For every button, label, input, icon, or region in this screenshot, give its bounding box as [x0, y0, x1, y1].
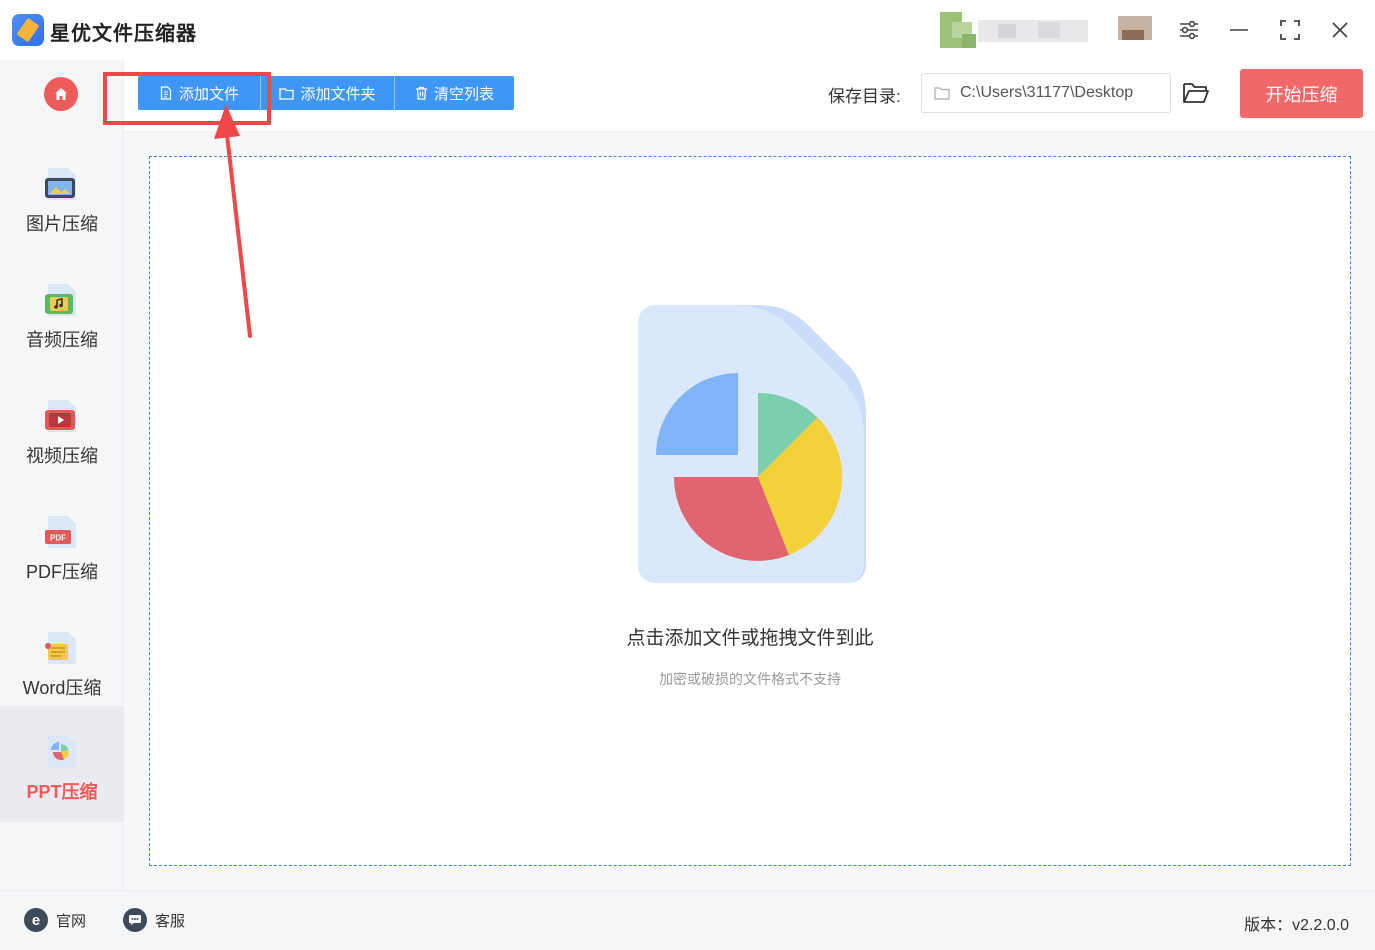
sidebar-item-label: 视频压缩 — [26, 446, 98, 466]
website-link[interactable]: e 官网 — [24, 908, 86, 932]
save-dir-label: 保存目录: — [828, 87, 901, 106]
user-avatar[interactable] — [938, 12, 1156, 50]
save-dir-value: C:\Users\31177\Desktop — [960, 84, 1134, 101]
main-area: 点击添加文件或拖拽文件到此 加密或破损的文件格式不支持 — [124, 132, 1375, 890]
browse-folder-icon[interactable] — [1182, 80, 1210, 108]
music-icon — [44, 282, 80, 318]
drop-zone-title: 点击添加文件或拖拽文件到此 — [626, 628, 874, 649]
ppt-icon — [44, 734, 80, 770]
pdf-icon: PDF — [44, 514, 80, 550]
browser-icon: e — [24, 908, 48, 932]
sidebar-item-pdf[interactable]: PDF PDF压缩 — [0, 486, 124, 602]
image-icon — [44, 166, 80, 202]
support-label: 客服 — [155, 912, 186, 930]
start-compress-button[interactable]: 开始压缩 — [1240, 69, 1363, 118]
ppt-chart-illustration-icon — [638, 305, 866, 583]
home-icon[interactable] — [44, 77, 78, 111]
sidebar-item-label: Word压缩 — [22, 678, 102, 698]
minimize-icon[interactable] — [1223, 14, 1255, 46]
sidebar-item-label: PDF压缩 — [26, 562, 98, 582]
toolbar: 添加文件 添加文件夹 清空列表 保存目录: C:\Users\31177\Des… — [124, 60, 1375, 132]
sidebar-item-label: PPT压缩 — [26, 782, 98, 802]
footer: e 官网 客服 版本：v2.2.0.0 — [0, 890, 1375, 950]
sidebar-item-word[interactable]: Word压缩 — [0, 602, 124, 718]
save-dir-field[interactable]: C:\Users\31177\Desktop — [921, 73, 1171, 113]
chat-icon — [123, 908, 147, 932]
add-folder-label: 添加文件夹 — [300, 85, 376, 103]
drop-zone-subtitle: 加密或破损的文件格式不支持 — [659, 671, 841, 687]
file-button-group: 添加文件 添加文件夹 清空列表 — [138, 76, 514, 110]
add-folder-button[interactable]: 添加文件夹 — [260, 76, 394, 110]
support-link[interactable]: 客服 — [123, 908, 185, 932]
sidebar-item-video[interactable]: 视频压缩 — [0, 370, 124, 486]
title-bar: 星优文件压缩器 — [0, 0, 1375, 60]
svg-text:PDF: PDF — [50, 534, 66, 543]
word-icon — [44, 630, 80, 666]
video-icon — [44, 398, 80, 434]
add-file-label: 添加文件 — [178, 85, 239, 103]
folder-small-icon — [934, 87, 950, 100]
clear-list-label: 清空列表 — [433, 85, 494, 103]
sidebar-item-label: 音频压缩 — [26, 330, 98, 350]
app-logo-icon — [12, 14, 44, 46]
clear-list-button[interactable]: 清空列表 — [394, 76, 514, 110]
maximize-icon[interactable] — [1274, 14, 1306, 46]
version-label: 版本：v2.2.0.0 — [1244, 917, 1349, 934]
file-icon — [160, 86, 172, 100]
folder-icon — [279, 87, 295, 100]
file-drop-zone[interactable]: 点击添加文件或拖拽文件到此 加密或破损的文件格式不支持 — [149, 156, 1351, 866]
website-label: 官网 — [56, 912, 87, 930]
add-file-button[interactable]: 添加文件 — [138, 76, 260, 110]
trash-icon — [415, 86, 427, 100]
sidebar: 图片压缩 音频压缩 视频压缩 PDF PDF压缩 Word压缩 PPT压缩 — [0, 60, 124, 890]
close-icon[interactable] — [1324, 14, 1356, 46]
sidebar-item-ppt[interactable]: PPT压缩 — [0, 706, 124, 822]
sidebar-item-label: 图片压缩 — [26, 214, 98, 234]
sidebar-item-audio[interactable]: 音频压缩 — [0, 254, 124, 370]
sidebar-item-image[interactable]: 图片压缩 — [0, 138, 124, 254]
app-title: 星优文件压缩器 — [50, 23, 197, 45]
settings-icon[interactable] — [1173, 14, 1205, 46]
